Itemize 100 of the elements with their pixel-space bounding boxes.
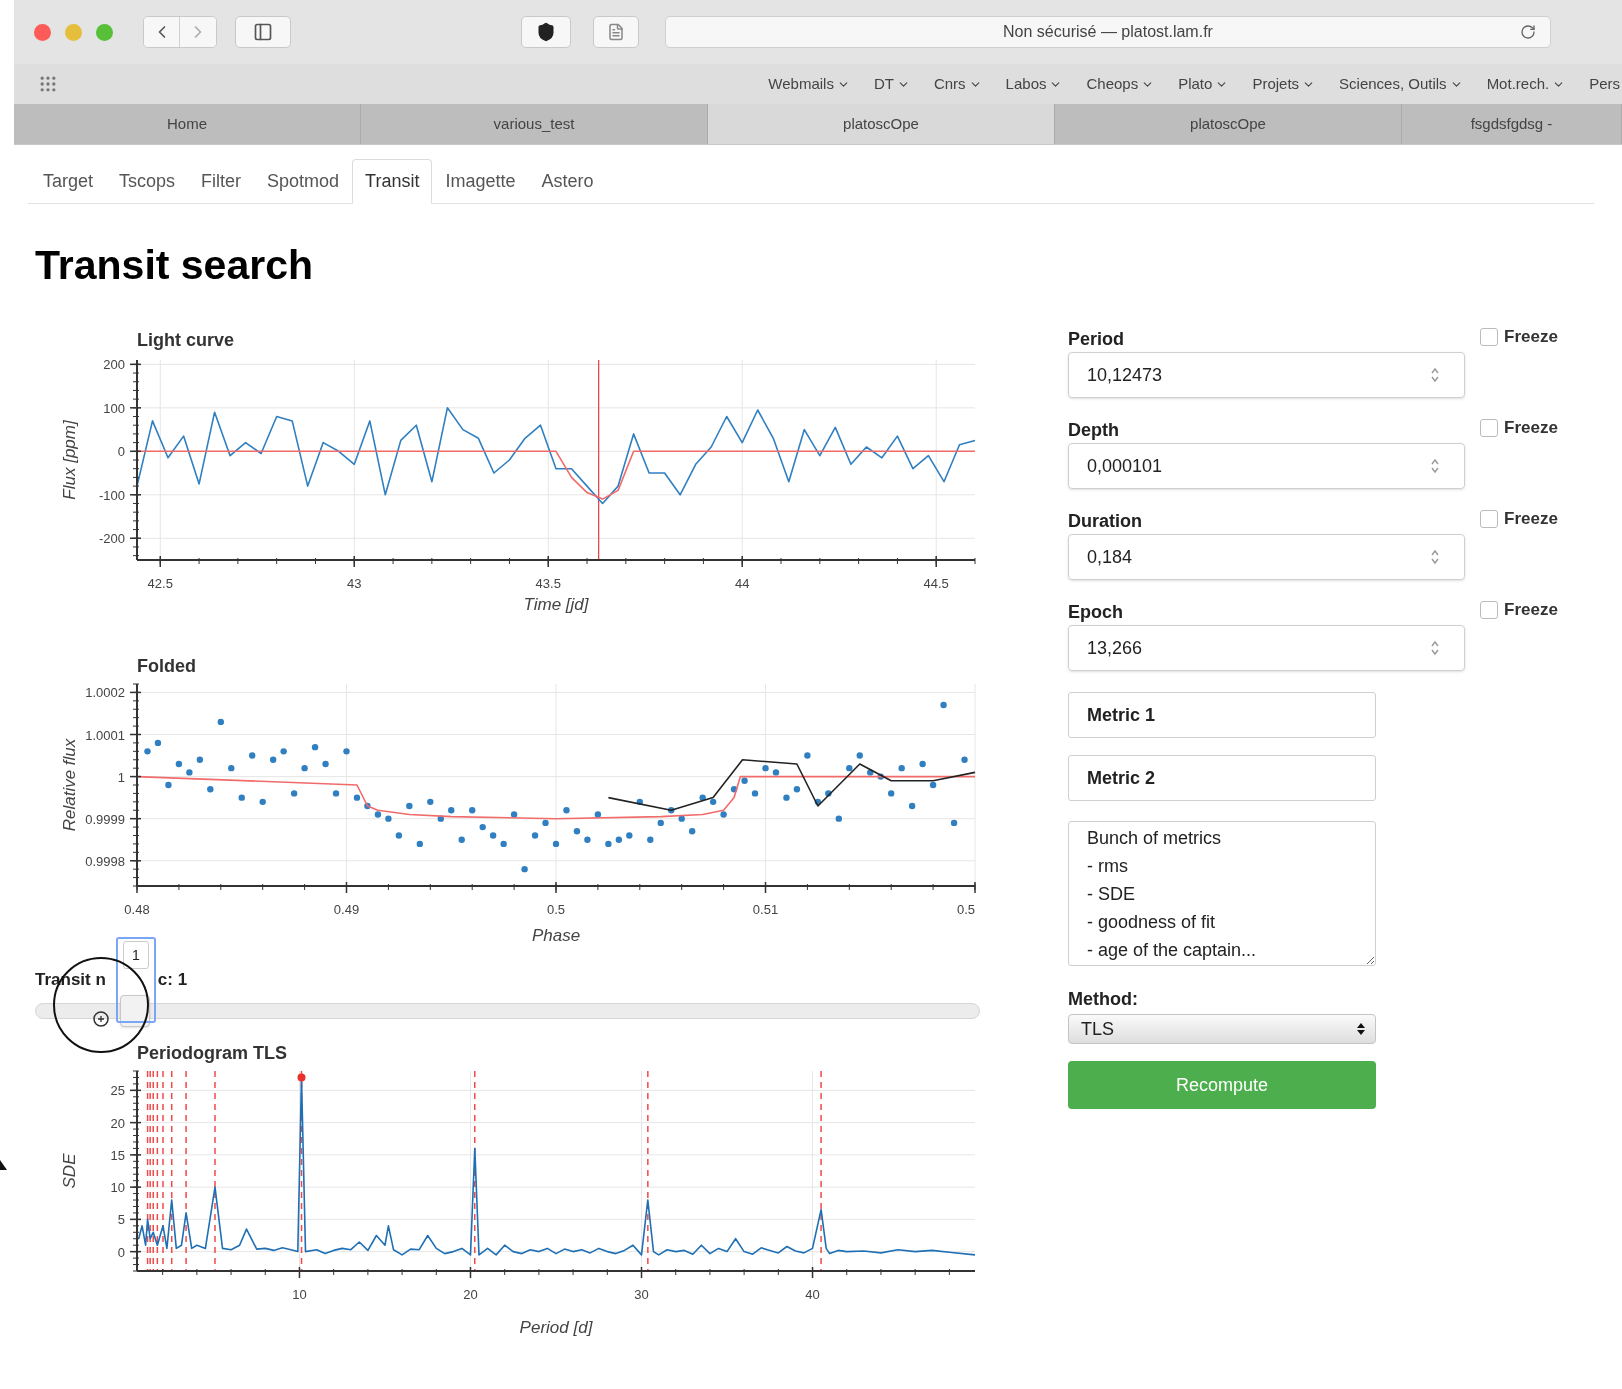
checkbox-label: Freeze	[1504, 599, 1558, 621]
freeze-checkbox[interactable]	[1480, 510, 1498, 528]
browser-tab[interactable]: Home	[14, 104, 361, 144]
spinner-icon[interactable]	[1430, 639, 1440, 657]
data-point	[594, 811, 602, 818]
data-point	[531, 832, 539, 839]
select-arrows-icon	[1357, 1022, 1365, 1036]
number-field[interactable]: 10,12473	[1068, 352, 1465, 398]
x-axis-label: Time [jd]	[523, 595, 589, 614]
data-point	[835, 815, 843, 822]
data-point	[406, 802, 413, 810]
x-axis-label: Phase	[531, 926, 581, 945]
bookmark-menu[interactable]: DT	[873, 72, 910, 96]
field-value: 0,184	[1087, 545, 1133, 569]
browser-tab[interactable]: various_test	[361, 104, 708, 144]
checkbox-label: Freeze	[1504, 508, 1558, 530]
maximize-window-button[interactable]	[96, 23, 113, 41]
notes-field[interactable]: Bunch of metrics - rms - SDE - goodness of fit - age of the captain...	[1068, 821, 1376, 966]
data-point	[772, 769, 780, 776]
field-value: 13,266	[1087, 636, 1143, 660]
bookmark-menu[interactable]: Cnrs	[933, 72, 982, 96]
number-field[interactable]: 13,266	[1068, 625, 1465, 671]
tick-label: 1.0002	[85, 685, 125, 701]
reload-icon[interactable]	[1520, 24, 1536, 40]
data-point	[825, 790, 832, 797]
data-point	[657, 819, 664, 827]
data-point	[416, 840, 424, 848]
tick-label: 0	[117, 444, 125, 460]
browser-tab[interactable]: platoscOpe	[708, 104, 1055, 144]
method-select[interactable]: TLS	[1068, 1014, 1376, 1044]
data-point	[888, 790, 895, 797]
nav-tab[interactable]: Filter	[188, 159, 255, 204]
chart-title: Periodogram TLS	[137, 1043, 288, 1063]
shield-button[interactable]	[521, 16, 571, 48]
shield-icon	[536, 22, 556, 42]
tick-label: 1	[117, 769, 125, 785]
number-field[interactable]: 0,000101	[1068, 443, 1465, 489]
nav-tab[interactable]: Target	[30, 159, 107, 204]
data-point	[322, 760, 329, 768]
data-point	[374, 811, 382, 818]
apps-grid-icon[interactable]	[38, 74, 58, 94]
data-point	[814, 798, 822, 806]
forward-button[interactable]	[180, 17, 216, 47]
reader-button[interactable]	[593, 16, 639, 48]
tick-label: 10	[110, 1180, 125, 1196]
metric-field[interactable]: Metric 1	[1068, 692, 1376, 738]
nav-tab[interactable]: Imagette	[432, 159, 529, 204]
spinner-icon[interactable]	[1430, 548, 1440, 566]
spinner-icon[interactable]	[1430, 366, 1440, 384]
tick-label: 0.51	[752, 902, 779, 917]
bookmark-menu[interactable]: Cheops	[1086, 72, 1155, 96]
freeze-checkbox[interactable]	[1480, 419, 1498, 437]
data-point	[165, 781, 172, 789]
data-point	[709, 798, 717, 806]
back-button[interactable]	[144, 17, 180, 47]
nav-tab[interactable]: Tscops	[106, 159, 189, 204]
field-value: 10,12473	[1087, 363, 1163, 387]
data-point	[144, 748, 151, 755]
bookmark-menu[interactable]: Webmails	[768, 72, 850, 96]
bookmark-menu[interactable]: Plato	[1178, 72, 1229, 96]
data-point	[332, 790, 340, 797]
data-point	[929, 781, 937, 789]
page-title: Transit search	[35, 241, 315, 290]
sidebar-button[interactable]	[235, 16, 291, 48]
data-point	[175, 760, 183, 768]
slider-value: c: 1	[157, 969, 188, 991]
nav-tab[interactable]: Transit	[352, 159, 433, 204]
address-bar[interactable]: Non sécurisé — platost.lam.fr	[665, 16, 1551, 48]
data-point	[395, 832, 403, 839]
slider-track[interactable]	[35, 994, 980, 1027]
data-point	[270, 756, 277, 763]
tick-label: 42.5	[147, 576, 173, 591]
data-point	[259, 798, 266, 806]
close-window-button[interactable]	[34, 23, 51, 41]
data-point	[249, 752, 256, 759]
freeze-checkbox[interactable]	[1480, 601, 1498, 619]
data-point	[626, 832, 633, 839]
data-point	[448, 807, 455, 814]
field-value: 0,000101	[1087, 454, 1163, 478]
data-point	[793, 786, 801, 793]
freeze-checkbox[interactable]	[1480, 328, 1498, 346]
bookmark-menu[interactable]: Sciences, Outils	[1339, 72, 1463, 96]
nav-tab[interactable]: Spotmod	[254, 159, 353, 204]
data-point	[458, 836, 465, 843]
data-point	[668, 807, 675, 814]
spinner-icon[interactable]	[1430, 457, 1440, 475]
bookmark-menu[interactable]: Mot.rech.	[1486, 72, 1566, 96]
browser-tab[interactable]: platoscOpe	[1055, 104, 1402, 144]
number-field[interactable]: 0,184	[1068, 534, 1465, 580]
nav-tab[interactable]: Astero	[528, 159, 607, 204]
tick-label: 40	[805, 1287, 820, 1302]
field-label: Duration	[1068, 510, 1143, 532]
browser-tab[interactable]: fsgdsfgdsg -	[1402, 104, 1622, 144]
bookmark-menu[interactable]: Projets	[1252, 72, 1316, 96]
data-point	[730, 786, 738, 793]
metric-field[interactable]: Metric 2	[1068, 755, 1376, 801]
tick-label: 0.9999	[85, 811, 125, 827]
bookmark-menu[interactable]: Pers	[1589, 72, 1620, 96]
bookmark-menu[interactable]: Labos	[1005, 72, 1063, 96]
chart-title: Light curve	[137, 330, 234, 350]
